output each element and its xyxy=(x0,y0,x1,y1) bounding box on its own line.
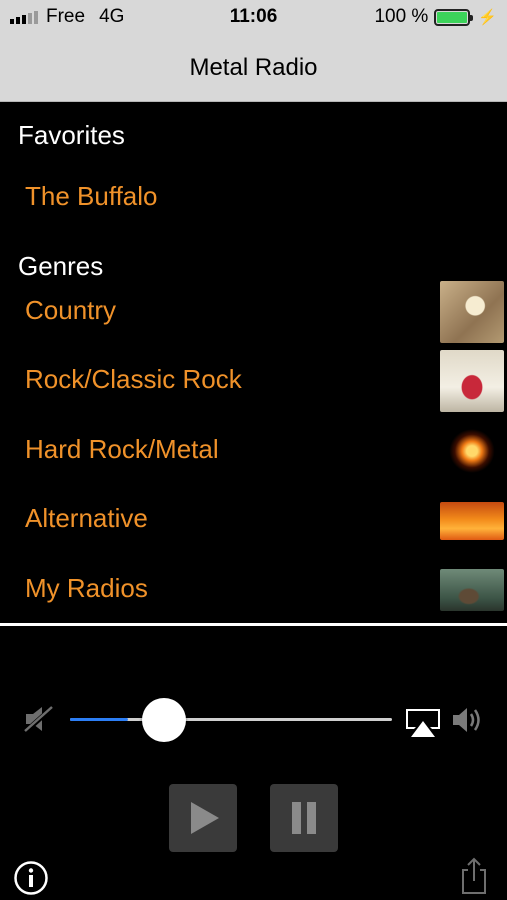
pause-icon xyxy=(292,802,316,834)
genre-item-alternative[interactable]: Alternative xyxy=(0,487,507,553)
classic-rock-car-artwork-icon xyxy=(440,350,504,412)
airplay-icon[interactable] xyxy=(404,707,442,739)
speaker-icon[interactable] xyxy=(450,702,486,738)
genre-item-rock-classic-rock[interactable]: Rock/Classic Rock xyxy=(0,348,507,414)
silhouette-fire-artwork-icon xyxy=(440,502,504,540)
genre-item-label: Rock/Classic Rock xyxy=(25,364,242,394)
page-title: Metal Radio xyxy=(189,54,318,81)
genre-item-my-radios[interactable]: My Radios xyxy=(0,557,507,623)
mute-icon[interactable] xyxy=(22,702,56,736)
genre-item-country[interactable]: Country xyxy=(0,279,507,345)
navigation-bar: Metal Radio xyxy=(0,34,507,102)
flaming-skull-artwork-icon xyxy=(440,420,504,482)
favorite-item-the-buffalo[interactable]: The Buffalo xyxy=(0,165,507,231)
volume-slider-fill xyxy=(70,718,128,721)
charging-bolt-icon: ⚡ xyxy=(478,9,497,26)
pause-button[interactable] xyxy=(270,784,338,852)
play-icon xyxy=(191,802,219,834)
list-divider xyxy=(0,623,507,626)
volume-slider-thumb[interactable] xyxy=(142,698,186,742)
genre-item-hard-rock-metal[interactable]: Hard Rock/Metal xyxy=(0,418,507,484)
volume-slider[interactable] xyxy=(70,698,392,742)
play-button[interactable] xyxy=(169,784,237,852)
genre-item-label: Alternative xyxy=(25,503,148,533)
share-icon[interactable] xyxy=(458,856,490,896)
favorites-header: Favorites xyxy=(18,120,125,150)
country-artwork-icon xyxy=(440,281,504,343)
favorite-item-label: The Buffalo xyxy=(25,181,158,211)
battery-icon xyxy=(434,8,474,26)
genre-item-label: My Radios xyxy=(25,573,148,603)
info-icon[interactable] xyxy=(13,860,49,896)
status-bar: Free 4G 11:06 100 % ⚡ xyxy=(0,0,507,34)
genre-item-label: Country xyxy=(25,295,117,325)
genre-item-label: Hard Rock/Metal xyxy=(25,434,219,464)
battery-percent: 100 % xyxy=(374,6,429,27)
vintage-radio-artwork-icon xyxy=(440,569,504,611)
status-right: 100 % ⚡ xyxy=(374,6,497,28)
genres-header: Genres xyxy=(18,251,104,281)
